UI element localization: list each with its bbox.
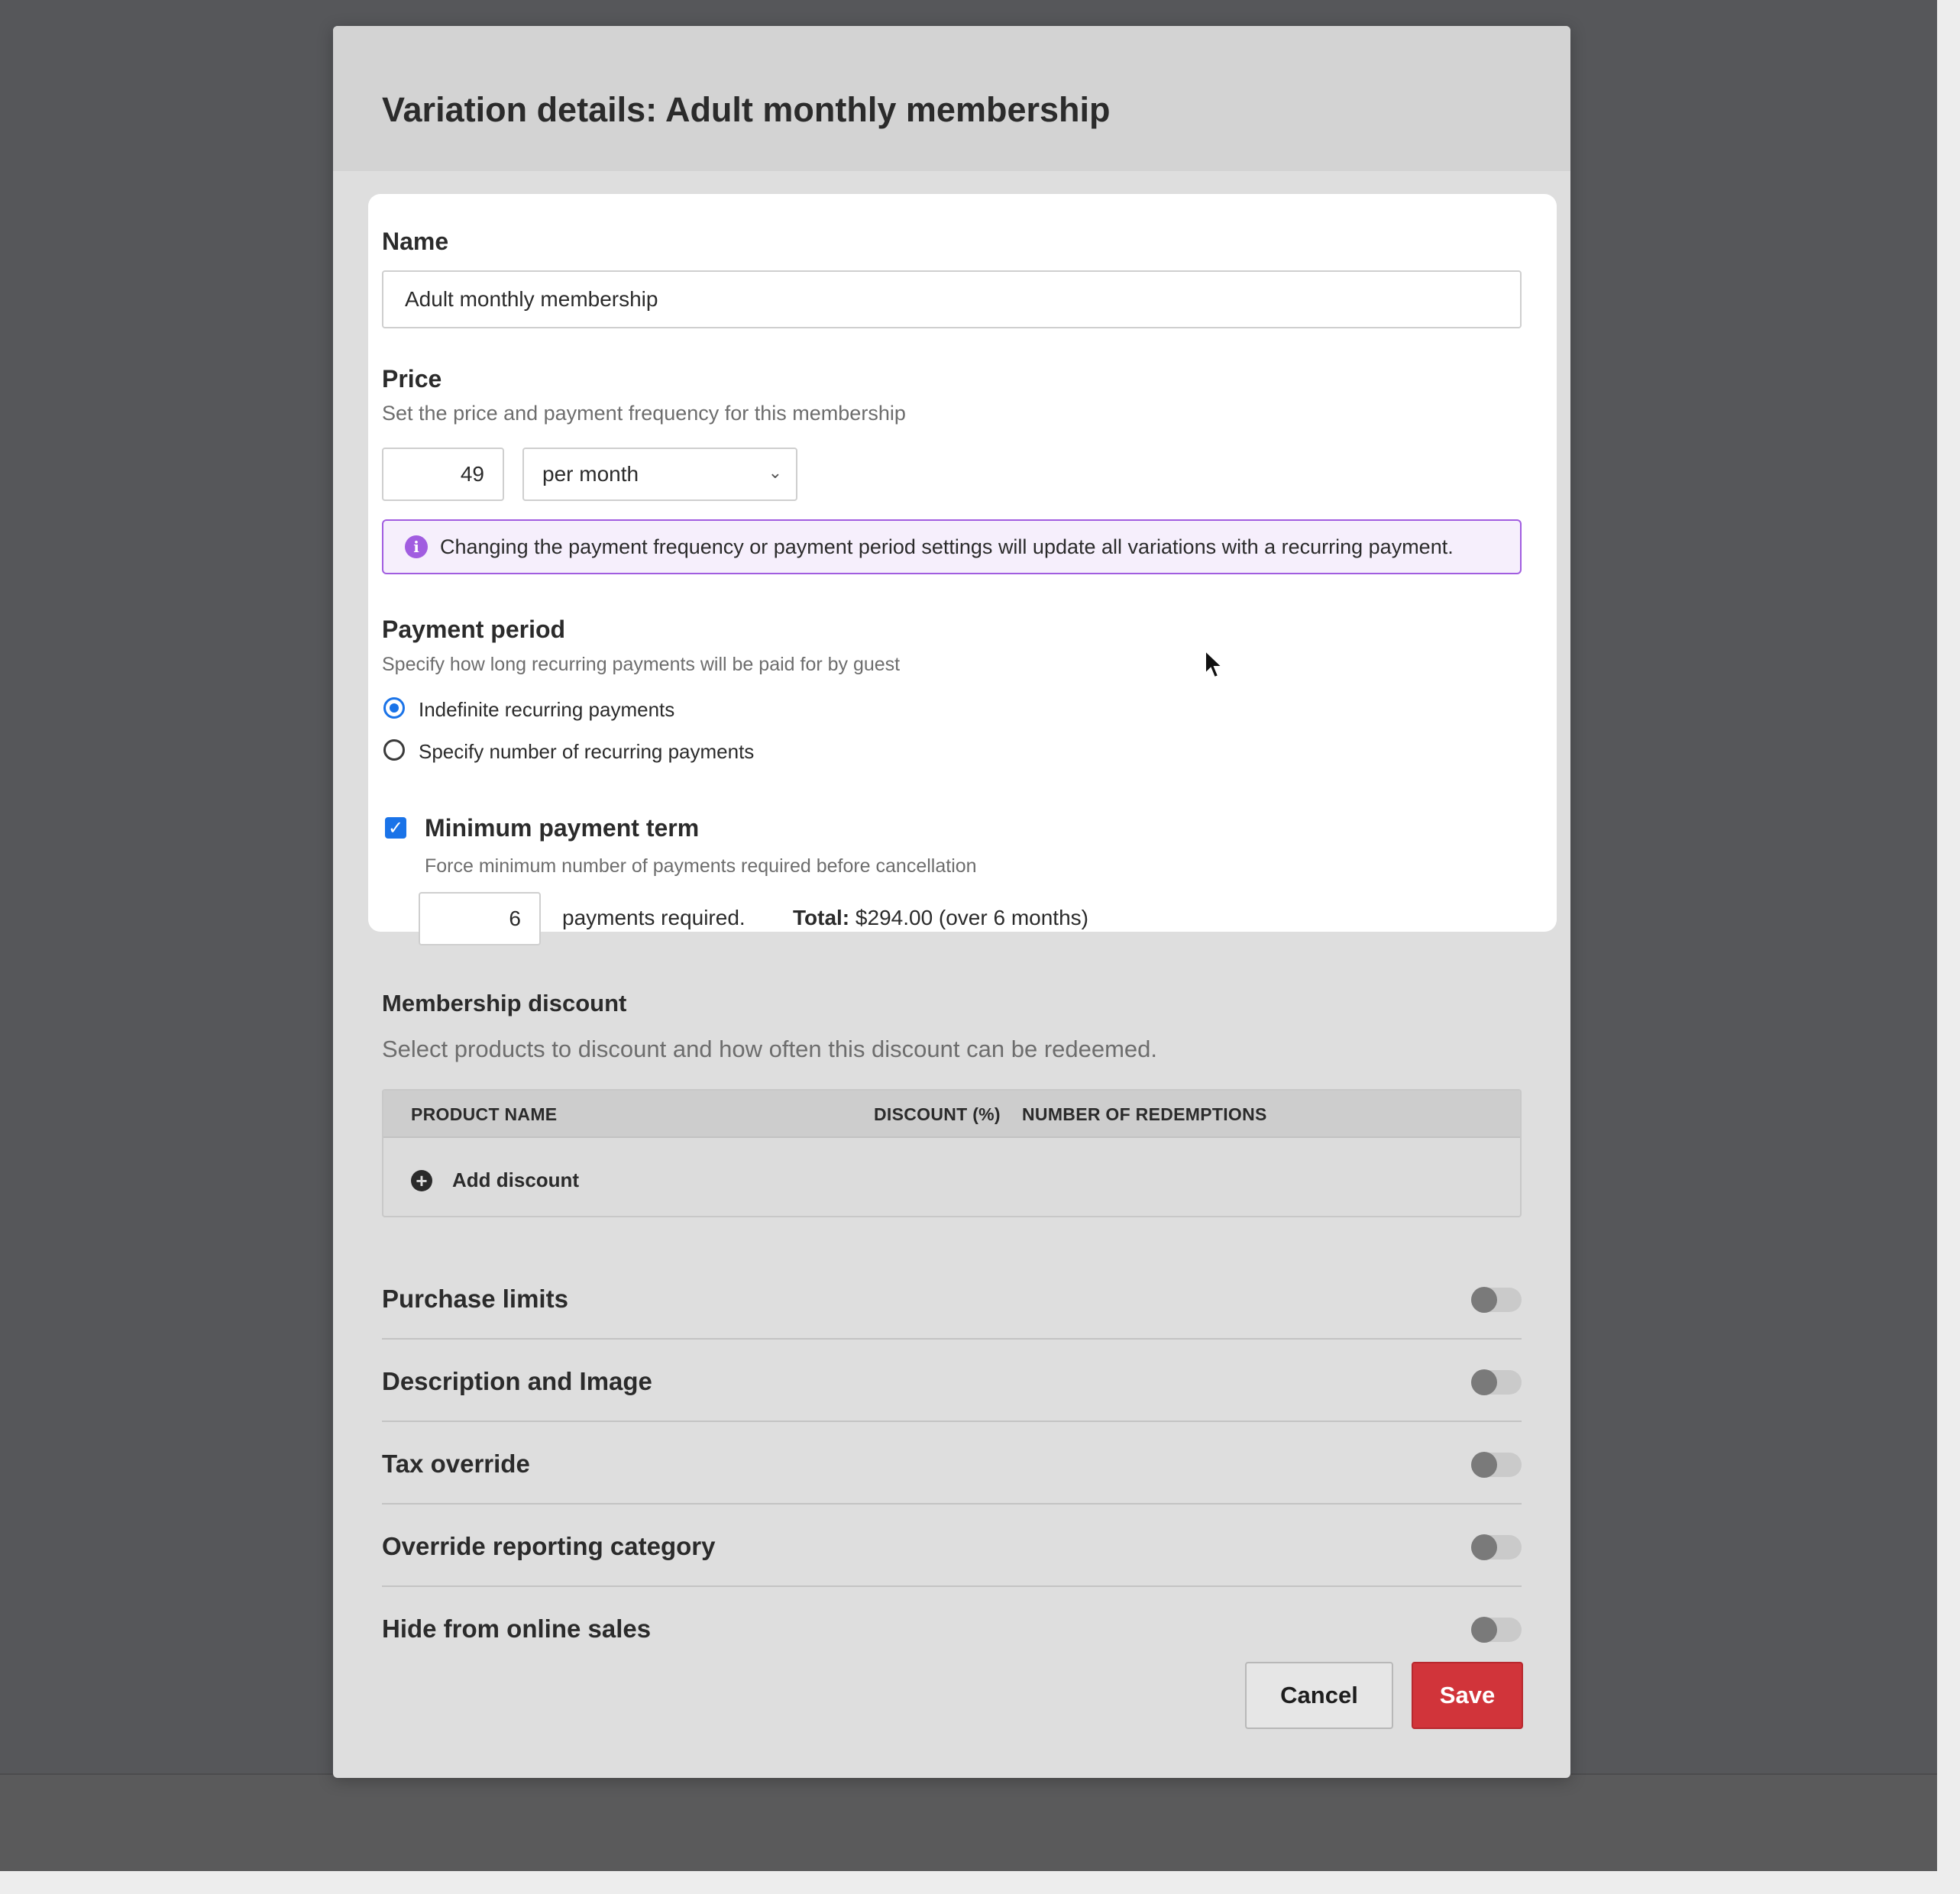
membership-discount-label: Membership discount xyxy=(382,990,627,1016)
name-label: Name xyxy=(382,228,449,255)
minimum-payments-value: 6 xyxy=(509,907,521,930)
membership-discount-help: Select products to discount and how ofte… xyxy=(382,1036,1158,1062)
price-amount-value: 49 xyxy=(460,462,484,486)
purchase-limits-label: Purchase limits xyxy=(382,1285,568,1313)
minimum-term-checkbox[interactable]: ✓ xyxy=(385,817,406,839)
dialog-title: Variation details: Adult monthly members… xyxy=(382,90,1111,129)
mouse-cursor-icon xyxy=(1205,649,1224,679)
total-label: Total: xyxy=(793,906,850,929)
add-discount-label: Add discount xyxy=(452,1168,580,1191)
backdrop-footer xyxy=(0,1773,1937,1871)
toggle-row-tax-override: Tax override xyxy=(382,1422,1522,1505)
toggle-row-description-image: Description and Image xyxy=(382,1340,1522,1422)
toggle-knob xyxy=(1471,1287,1497,1313)
radio-specify-payments[interactable] xyxy=(383,739,405,761)
plus-circle-icon: + xyxy=(411,1169,432,1191)
tax-override-label: Tax override xyxy=(382,1450,530,1478)
reporting-category-label: Override reporting category xyxy=(382,1532,716,1560)
total-value: $294.00 (over 6 months) xyxy=(855,906,1088,929)
toggle-knob xyxy=(1471,1369,1497,1395)
add-discount-button[interactable]: + Add discount xyxy=(411,1168,579,1192)
info-banner-text: Changing the payment frequency or paymen… xyxy=(440,535,1454,558)
toggle-row-hide-online-sales: Hide from online sales xyxy=(382,1587,1522,1669)
payments-required-text: payments required. xyxy=(562,906,746,929)
total-summary: Total: $294.00 (over 6 months) xyxy=(793,906,1088,930)
toggle-knob xyxy=(1471,1452,1497,1478)
dialog-header: Variation details: Adult monthly members… xyxy=(333,26,1570,171)
radio-indefinite-label[interactable]: Indefinite recurring payments xyxy=(419,698,674,722)
column-product-name: PRODUCT NAME xyxy=(411,1104,558,1124)
frequency-selected-value: per month xyxy=(542,462,639,486)
radio-indefinite-payments[interactable] xyxy=(383,697,405,719)
price-amount-input[interactable]: 49 xyxy=(382,448,504,501)
name-input-value: Adult monthly membership xyxy=(405,287,658,311)
frequency-select[interactable]: per month ⌄ xyxy=(522,448,797,501)
hide-online-sales-toggle[interactable] xyxy=(1471,1617,1522,1643)
toggle-knob xyxy=(1471,1617,1497,1643)
payment-period-help: Specify how long recurring payments will… xyxy=(382,654,901,675)
price-label: Price xyxy=(382,365,442,393)
chevron-down-icon: ⌄ xyxy=(768,463,782,482)
discount-table: PRODUCT NAME DISCOUNT (%) NUMBER OF REDE… xyxy=(382,1089,1522,1217)
radio-specify-label[interactable]: Specify number of recurring payments xyxy=(419,740,754,764)
variation-details-dialog: Variation details: Adult monthly members… xyxy=(333,26,1570,1778)
minimum-payments-input[interactable]: 6 xyxy=(419,892,541,945)
info-banner: i Changing the payment frequency or paym… xyxy=(382,519,1522,574)
name-input[interactable]: Adult monthly membership xyxy=(382,270,1522,328)
hide-online-sales-label: Hide from online sales xyxy=(382,1614,652,1643)
cancel-button[interactable]: Cancel xyxy=(1245,1662,1393,1729)
toggle-knob xyxy=(1471,1534,1497,1560)
reporting-category-toggle[interactable] xyxy=(1471,1534,1522,1560)
price-help: Set the price and payment frequency for … xyxy=(382,402,906,425)
tax-override-toggle[interactable] xyxy=(1471,1452,1522,1478)
description-image-label: Description and Image xyxy=(382,1367,652,1395)
info-icon: i xyxy=(405,535,428,558)
discount-table-header: PRODUCT NAME DISCOUNT (%) NUMBER OF REDE… xyxy=(383,1091,1520,1138)
toggle-row-purchase-limits: Purchase limits xyxy=(382,1257,1522,1340)
column-redemptions: NUMBER OF REDEMPTIONS xyxy=(1022,1104,1267,1124)
toggle-row-reporting-category: Override reporting category xyxy=(382,1505,1522,1587)
save-button[interactable]: Save xyxy=(1412,1662,1523,1729)
column-discount: DISCOUNT (%) xyxy=(874,1104,1001,1124)
minimum-term-label: Minimum payment term xyxy=(425,814,700,842)
payment-period-label: Payment period xyxy=(382,616,566,643)
description-image-toggle[interactable] xyxy=(1471,1369,1522,1395)
purchase-limits-toggle[interactable] xyxy=(1471,1287,1522,1313)
minimum-term-help: Force minimum number of payments require… xyxy=(425,855,977,877)
details-card: Name Adult monthly membership Price Set … xyxy=(368,194,1557,945)
